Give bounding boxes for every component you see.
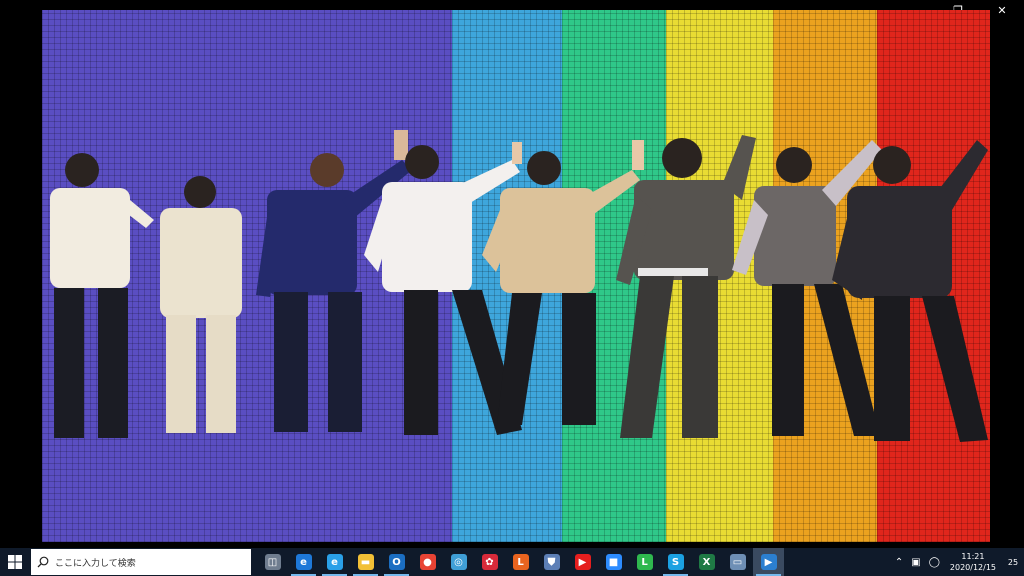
taskbar-media-player-icon[interactable]: ▶: [753, 548, 784, 576]
taskbar: ここに入力して検索 ◫ e e ▬ O ● ◎ ✿ L ⛊ ▶ ■ L S X ▭ ▶ ⌃ ▣ ◯ 11:21 …: [0, 548, 1024, 576]
taskbar-internet-explorer-icon[interactable]: e: [319, 548, 350, 576]
youtube-glyph: ▶: [574, 554, 591, 570]
window-app-glyph: ▭: [729, 554, 746, 570]
search-placeholder: ここに入力して検索: [55, 558, 136, 569]
taskbar-youtube-icon[interactable]: ▶: [567, 548, 598, 576]
person-2: [160, 176, 242, 433]
task-view-glyph: ◫: [264, 554, 281, 570]
video-window: — ❐ ✕: [0, 0, 1024, 548]
clock-time: 11:21: [961, 552, 985, 561]
taskbar-search-box[interactable]: ここに入力して検索: [31, 549, 251, 575]
l-app-glyph: L: [512, 554, 529, 570]
taskbar-outlook-icon[interactable]: O: [381, 548, 412, 576]
notification-count: 25: [1007, 557, 1019, 567]
taskbar-clock[interactable]: 11:21 2020/12/15: [950, 551, 996, 573]
taskbar-network-app-icon[interactable]: ◎: [443, 548, 474, 576]
taskbar-skype-icon[interactable]: S: [660, 548, 691, 576]
edge-glyph: e: [295, 554, 312, 570]
taskbar-file-explorer-icon[interactable]: ▬: [350, 548, 381, 576]
red-app-glyph: ✿: [481, 554, 498, 570]
taskbar-shield-app-icon[interactable]: ⛊: [536, 548, 567, 576]
dancers-silhouettes: [50, 130, 988, 442]
zoom-glyph: ■: [605, 554, 622, 570]
shield-app-glyph: ⛊: [543, 554, 560, 570]
person-4: [364, 142, 522, 435]
skype-glyph: S: [667, 554, 684, 570]
taskbar-task-view-icon[interactable]: ◫: [257, 548, 288, 576]
taskbar-zoom-icon[interactable]: ■: [598, 548, 629, 576]
outlook-glyph: O: [388, 554, 405, 570]
line-glyph: L: [636, 554, 653, 570]
taskbar-edge-icon[interactable]: e: [288, 548, 319, 576]
taskbar-l-app-icon[interactable]: L: [505, 548, 536, 576]
file-explorer-glyph: ▬: [357, 554, 374, 570]
search-icon: [37, 556, 49, 568]
media-player-glyph: ▶: [760, 554, 777, 570]
taskbar-window-app-icon[interactable]: ▭: [722, 548, 753, 576]
volume-icon[interactable]: ◯: [929, 557, 940, 568]
taskbar-red-app-icon[interactable]: ✿: [474, 548, 505, 576]
network-icon[interactable]: ▣: [911, 557, 920, 568]
clock-date: 2020/12/15: [949, 563, 996, 572]
excel-glyph: X: [698, 554, 715, 570]
person-1: [50, 153, 154, 438]
internet-explorer-glyph: e: [326, 554, 343, 570]
person-5: [482, 140, 644, 425]
notification-icon[interactable]: 25: [1002, 548, 1024, 576]
taskbar-chrome-icon[interactable]: ●: [412, 548, 443, 576]
taskbar-excel-icon[interactable]: X: [691, 548, 722, 576]
taskbar-app-icons: ◫ e e ▬ O ● ◎ ✿ L ⛊ ▶ ■ L S X ▭ ▶: [257, 548, 784, 576]
network-app-glyph: ◎: [450, 554, 467, 570]
chevron-up-icon[interactable]: ⌃: [895, 557, 903, 568]
windows-start-icon[interactable]: [0, 548, 30, 576]
chrome-glyph: ●: [419, 554, 436, 570]
system-tray: ⌃ ▣ ◯ 11:21 2020/12/15 25: [891, 548, 1024, 576]
taskbar-line-icon[interactable]: L: [629, 548, 660, 576]
